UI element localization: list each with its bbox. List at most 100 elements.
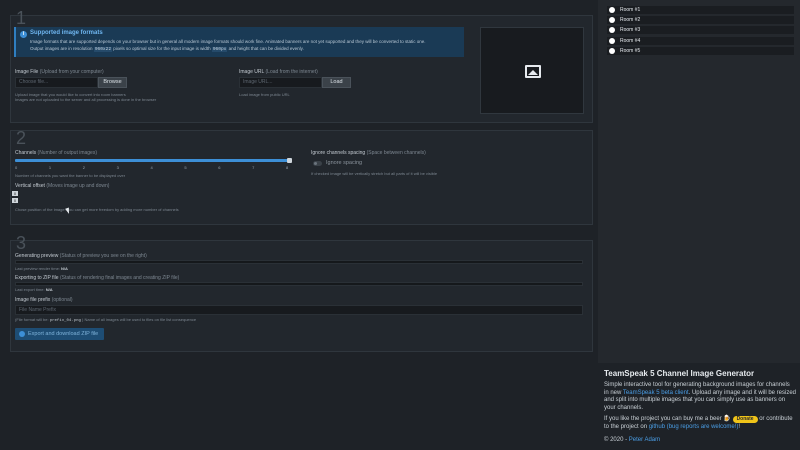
last-export-label: Last export time: N/A [15, 287, 53, 292]
vertical-offset-title: Vertical offset [15, 183, 45, 189]
room-name: Room #1 [620, 7, 641, 13]
ignore-spacing-label: Ignore spacing [326, 160, 363, 166]
vertical-offset-label: Vertical offset (Moves image up and down… [15, 183, 109, 189]
exclamation: ! [738, 423, 741, 430]
room-dot-icon [609, 47, 615, 54]
info-line2-suffix: and height that can be divided evenly. [228, 45, 304, 51]
channel-tick-label: 0 [15, 165, 18, 170]
exporting-label: Exporting to ZIP file (Status of renderi… [15, 275, 179, 281]
generating-title: Generating preview [15, 253, 59, 259]
channel-tick-label: 2 [82, 165, 85, 170]
channels-slider-fill [15, 159, 290, 162]
app-root: 1 i Supported image formats Image format… [0, 0, 800, 450]
channels-slider-handle[interactable] [287, 158, 292, 163]
support-text: If you like the project you can buy me a… [604, 416, 722, 422]
channel-tick-label: 3 [116, 165, 119, 170]
download-icon [19, 331, 25, 337]
exporting-sub: (Status of rendering final images and cr… [59, 275, 180, 281]
room-item[interactable]: Room #4 [607, 36, 794, 45]
generating-sub: (Status of preview you see on the right) [59, 253, 147, 259]
github-link[interactable]: github (bug reports are welcome!) [649, 424, 739, 430]
main-panel: 1 i Supported image formats Image format… [0, 0, 598, 450]
exporting-title: Exporting to ZIP file [15, 275, 59, 281]
about-support: If you like the project you can buy me a… [604, 416, 796, 431]
room-name: Room #2 [620, 17, 641, 24]
url-hint: Load image from public URL [239, 92, 290, 97]
exporting-progress-bar [15, 282, 583, 286]
vertical-offset-hint: Chose position of the image. You can get… [15, 207, 179, 212]
author-link[interactable]: Peter Adam [629, 437, 660, 443]
room-item[interactable]: Room #5 [607, 46, 794, 55]
channel-tick-label: 4 [150, 165, 153, 170]
vertical-offset-value: 0 [12, 198, 18, 203]
last-preview-value: N/A [61, 266, 68, 271]
room-item[interactable]: Room #1 [607, 6, 794, 14]
prefix-hint-start: (File format will be: [15, 317, 49, 322]
copyright-text: © 2020 - [604, 437, 628, 443]
donate-button[interactable]: Donate [732, 416, 758, 423]
export-button-label: Export and download ZIP file [28, 331, 99, 337]
about-title: TeamSpeak 5 Channel Image Generator [604, 369, 755, 378]
info-text: Image formats that are supported depends… [30, 39, 460, 53]
prefix-label: Image file prefix (optional) [15, 297, 73, 303]
channels-hint: Number of channels you want the banner t… [15, 173, 126, 178]
room-name: Room #4 [620, 37, 641, 44]
image-url-label: Image URL (Load from the internet) [239, 69, 318, 75]
spacing-label: Ignore channels spacing (Space between c… [311, 150, 426, 156]
info-box: i Supported image formats Image formats … [14, 27, 464, 57]
room-dot-icon [609, 7, 615, 13]
info-line2-mid: pixels so optimal size for the input ima… [113, 45, 211, 51]
last-preview-label: Last preview render time: N/A [15, 266, 68, 271]
image-url-title: Image URL [239, 69, 265, 75]
room-item[interactable]: Room #3 [607, 26, 794, 35]
info-line1: Image formats that are supported depends… [30, 39, 426, 44]
about-panel: TeamSpeak 5 Channel Image Generator Simp… [598, 363, 800, 450]
width-code: 960px [211, 46, 228, 52]
last-export-text: Last export time: [15, 287, 45, 292]
spacing-hint: If checked image will be vertically stre… [311, 171, 438, 176]
url-input[interactable]: Image URL... [239, 77, 322, 88]
channels-slider[interactable] [15, 158, 292, 163]
channel-tick-label: 6 [218, 165, 221, 170]
prefix-hint-end: ) Name of all images will be used to fil… [82, 317, 197, 322]
section-number: 3 [16, 233, 27, 253]
room-item[interactable]: Room #2 [607, 16, 794, 25]
browse-button[interactable]: Browse [98, 77, 127, 88]
channel-tick-label: 5 [184, 165, 187, 170]
section-number: 2 [16, 128, 27, 148]
vertical-offset-handle[interactable]: 0 [12, 191, 18, 196]
prefix-input[interactable]: File Name Prefix [15, 305, 583, 315]
resolution-code: 960x22 [93, 46, 113, 52]
channel-tick-label: 8 [286, 165, 289, 170]
file-hint-2: Images are not uploaded to the server an… [15, 97, 157, 102]
spacing-title: Ignore channels spacing [311, 150, 366, 156]
info-icon: i [20, 31, 27, 38]
generating-progress-bar [15, 260, 583, 264]
section-number: 1 [16, 8, 27, 28]
spacing-sub: (Space between channels) [366, 150, 426, 156]
channel-tick-label: 1 [48, 165, 52, 170]
channels-label: Channels (Number of output images) [15, 150, 97, 156]
last-export-value: N/A [45, 287, 53, 292]
last-preview-text: Last preview render time: [15, 266, 60, 271]
export-zip-button[interactable]: Export and download ZIP file [15, 328, 104, 340]
prefix-hint: (File format will be: prefix_04.png ) Na… [15, 317, 196, 323]
beer-icon: 🍺 [723, 416, 731, 422]
file-input[interactable]: Choose file... [15, 77, 98, 88]
teamspeak-link[interactable]: TeamSpeak 5 beta client [623, 390, 689, 396]
channel-tick-label: 7 [252, 165, 255, 170]
room-name: Room #3 [620, 27, 641, 34]
image-file-sub: (Upload from your computer) [39, 69, 104, 75]
prefix-hint-code: prefix_04.png [49, 319, 81, 323]
channels-title: Channels [15, 150, 37, 156]
ignore-spacing-toggle[interactable] [313, 161, 322, 166]
info-line2-prefix: Output images are in resolution [30, 45, 93, 51]
prefix-title: Image file prefix [15, 297, 51, 303]
load-button[interactable]: Load [322, 77, 351, 88]
room-name: Room #5 [620, 47, 641, 54]
vertical-offset-sub: (Moves image up and down) [46, 183, 110, 189]
about-description: Simple interactive tool for generating b… [604, 382, 796, 412]
preview-area [480, 27, 584, 114]
room-dot-icon [609, 17, 615, 24]
image-url-sub: (Load from the internet) [265, 69, 318, 75]
